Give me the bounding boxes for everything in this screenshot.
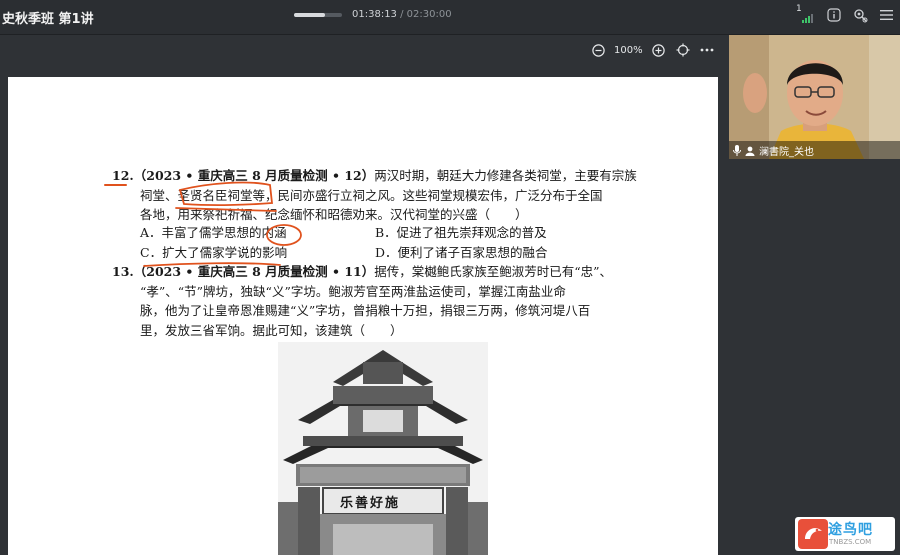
- question-text: 两汉时期，朝廷大力修建各类祠堂，主要有宗族: [374, 168, 637, 183]
- presenter-name: 澜書院_关也: [759, 146, 814, 158]
- question-source: （2023 • 重庆高三 8 月质量检测 • 12）: [133, 168, 375, 183]
- fit-screen-icon[interactable]: [675, 42, 691, 58]
- menu-icon[interactable]: [878, 7, 894, 23]
- time-total: 02:30:00: [406, 9, 452, 20]
- option-d[interactable]: D．便利了诸子百家思想的融合: [375, 243, 610, 263]
- top-icon-group: 1: [796, 4, 894, 24]
- webcam-name-bar: 澜書院_关也: [729, 141, 900, 159]
- watermark-url: TNBZS.COM: [829, 538, 872, 546]
- plaque-inscription: 乐善好施: [340, 496, 401, 511]
- bird-logo-icon: [798, 519, 828, 549]
- time-separator: /: [396, 9, 407, 20]
- zoom-in-icon[interactable]: [651, 42, 667, 58]
- option-c[interactable]: C．扩大了儒家学说的影响: [140, 243, 375, 263]
- question-number: 12.: [112, 168, 134, 183]
- user-icon: [745, 141, 755, 160]
- question-source: （2023 • 重庆高三 8 月质量检测 • 11）: [133, 264, 375, 279]
- question-text: “孝”、“节”牌坊，独缺“义”字坊。鲍淑芳官至两淮盐运使司，掌握江南盐业命: [140, 283, 566, 299]
- question-text: 里，发放三省军饷。据此可知，该建筑（ ）: [140, 322, 403, 338]
- settings-icon[interactable]: [852, 7, 868, 23]
- time-elapsed: 01:38:13: [352, 9, 397, 20]
- zoom-level: 100%: [614, 44, 643, 56]
- question-13: 13.（2023 • 重庆高三 8 月质量检测 • 11）据传，棠樾鲍氏家族至鲍…: [112, 262, 652, 340]
- question-text: 祠堂、圣贤名臣祠堂等，民间亦盛行立祠之风。这些祠堂规模宏伟，广泛分布于全国: [140, 187, 603, 203]
- online-count: 1: [796, 4, 802, 14]
- whiteboard-page: 12.（2023 • 重庆高三 8 月质量检测 • 12）两汉时期，朝廷大力修建…: [8, 77, 718, 555]
- info-icon[interactable]: [826, 7, 842, 23]
- watermark-logo: 途鸟吧 TNBZS.COM: [795, 517, 895, 551]
- question-12: 12.（2023 • 重庆高三 8 月质量检测 • 12）两汉时期，朝廷大力修建…: [112, 166, 637, 225]
- top-bar: 史秋季班 第1讲 01:38:13 / 02:30:00 1: [0, 0, 900, 35]
- microphone-icon: [733, 141, 741, 160]
- more-options-icon[interactable]: [699, 42, 715, 58]
- question-number: 13.: [112, 264, 134, 279]
- option-a[interactable]: A．丰富了儒学思想的内涵: [140, 223, 375, 243]
- zoom-out-icon[interactable]: [590, 42, 606, 58]
- playback-progress-bar[interactable]: [294, 13, 342, 17]
- course-title: 史秋季班 第1讲: [2, 12, 94, 27]
- time-readout: 01:38:13 / 02:30:00: [352, 9, 452, 20]
- webcam-panel[interactable]: 澜書院_关也: [729, 35, 900, 159]
- question-text: 各地，用来祭祀祈福、纪念缅怀和昭德劝来。汉代祠堂的兴盛（ ）: [140, 207, 528, 222]
- question-12-options: A．丰富了儒学思想的内涵 B．促进了祖先崇拜观念的普及 C．扩大了儒家学说的影响…: [140, 223, 610, 262]
- archway-photo: 乐善好施: [278, 342, 488, 555]
- viewer-toolbar: 100%: [590, 40, 715, 60]
- question-text: 据传，棠樾鲍氏家族至鲍淑芳时已有“忠”、: [374, 264, 613, 279]
- network-signal-icon: 1: [796, 4, 816, 24]
- question-text: 脉，他为了让皇帝恩准赐建“义”字坊，曾捐粮十万担，捐银三万两，修筑河堤八百: [140, 303, 591, 318]
- option-b[interactable]: B．促进了祖先崇拜观念的普及: [375, 223, 610, 243]
- playback-progress-fill: [294, 13, 326, 17]
- watermark-brand: 途鸟吧: [828, 522, 873, 538]
